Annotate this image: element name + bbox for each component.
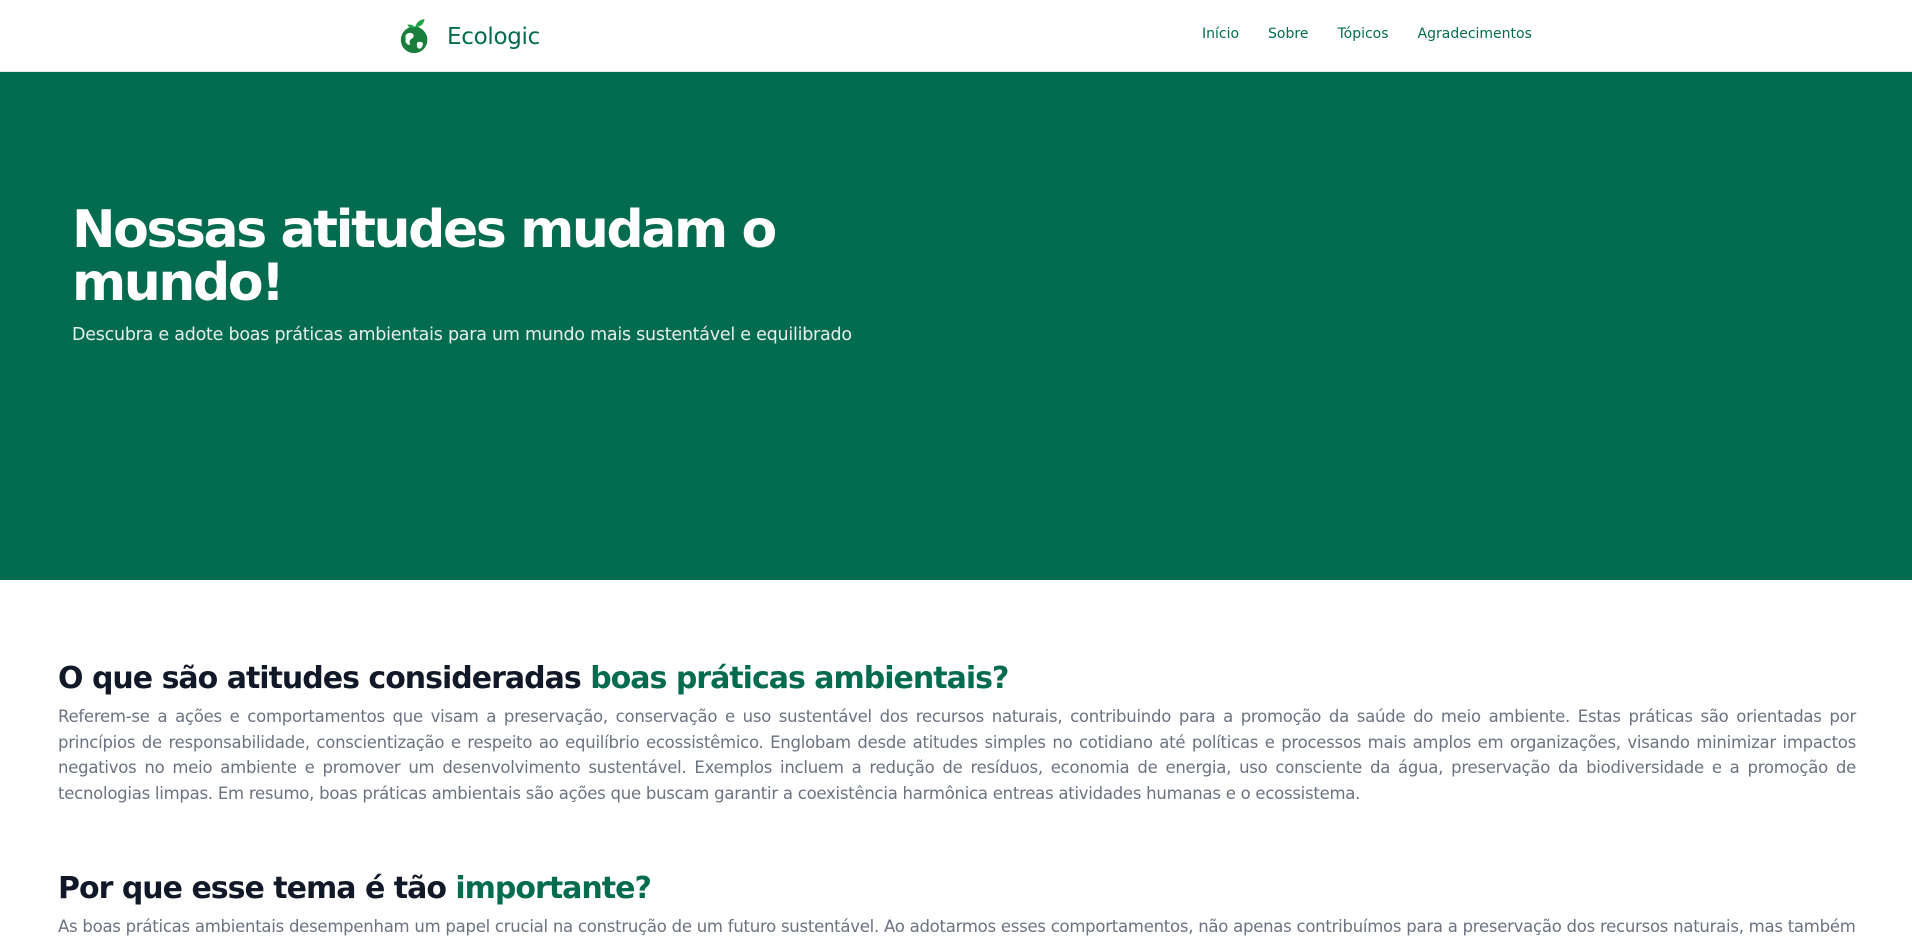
section-title-highlight: importante? [455,871,651,906]
section-good-practices: O que são atitudes consideradas boas prá… [58,660,1856,806]
brand[interactable]: Ecologic [397,18,540,56]
hero-subtitle: Descubra e adote boas práticas ambientai… [72,325,852,345]
nav-link-inicio[interactable]: Início [1202,26,1239,42]
section-importance: Por que esse tema é tão importante? As b… [58,870,1856,940]
section-title-highlight: boas práticas ambientais? [590,661,1009,696]
section-title: Por que esse tema é tão importante? [58,870,1856,908]
hero-title: Nossas atitudes mudam o mundo! [72,200,777,313]
section-text: As boas práticas ambientais desempenham … [58,917,1856,936]
site-header: Ecologic Início Sobre Tópicos Agradecime… [0,0,1912,72]
brand-name: Ecologic [447,24,540,50]
nav-link-agradecimentos[interactable]: Agradecimentos [1418,26,1532,42]
section-title-plain: O que são atitudes consideradas [58,661,591,696]
section-title: O que são atitudes consideradas boas prá… [58,660,1856,698]
main-nav: Início Sobre Tópicos Agradecimentos [1202,26,1532,42]
nav-link-topicos[interactable]: Tópicos [1337,26,1388,42]
hero-banner: Nossas atitudes mudam o mundo! Descubra … [0,72,1912,580]
nav-link-sobre[interactable]: Sobre [1268,26,1308,42]
section-title-plain: Por que esse tema é tão [58,871,456,906]
globe-leaf-icon [400,18,428,54]
section-text: Referem-se a ações e comportamentos que … [58,707,1856,803]
